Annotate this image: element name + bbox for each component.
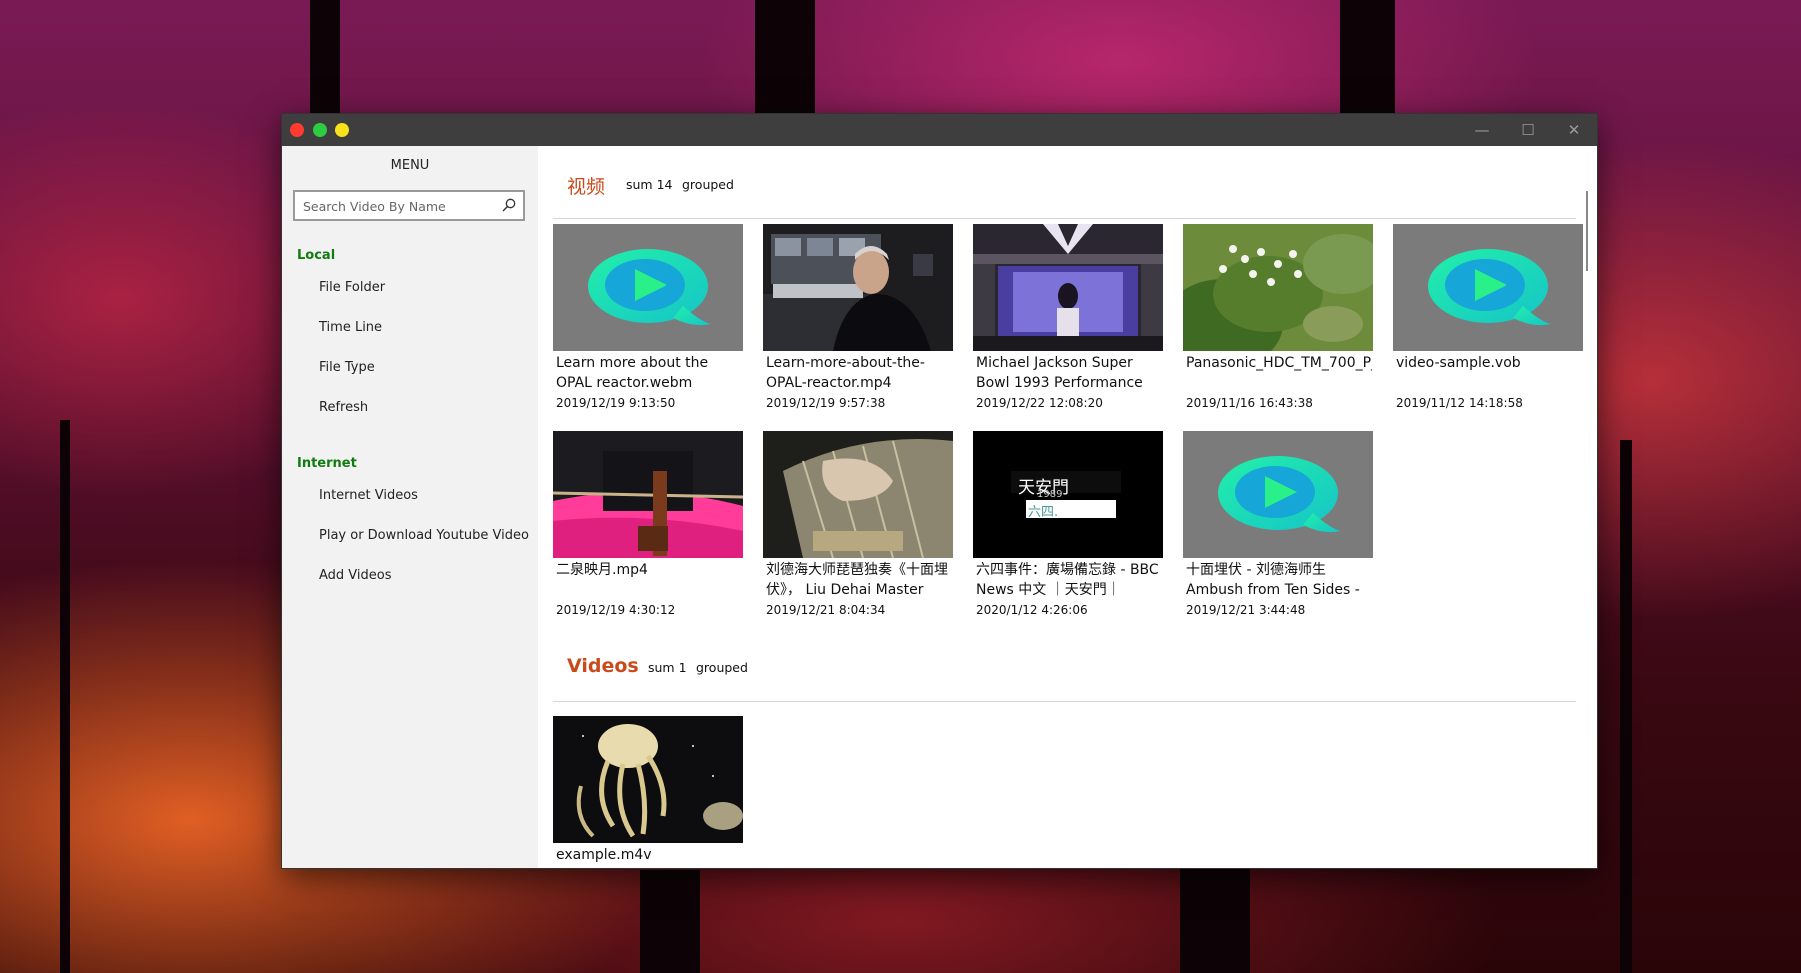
search-input[interactable] — [303, 198, 493, 214]
group-title: 视频 — [567, 176, 606, 198]
close-dot[interactable] — [290, 123, 304, 137]
video-tile[interactable]: 二泉映月.mp4 2019/12/19 4:30:12 — [553, 431, 743, 617]
maximize-button[interactable]: ☐ — [1505, 114, 1551, 146]
video-thumbnail — [1393, 224, 1583, 351]
player-logo-icon — [1428, 249, 1551, 326]
nav-add-videos[interactable]: Add Videos — [319, 568, 392, 583]
maximize-dot[interactable] — [313, 123, 327, 137]
video-name: Learn more about the OPAL reactor.webm — [556, 355, 709, 391]
sidebar-menu: MENU Local File Folder Time Line File Ty… — [282, 146, 538, 868]
video-date: 2020/1/12 4:26:06 — [976, 603, 1088, 617]
player-logo-icon — [1218, 456, 1341, 533]
video-name: 刘德海大师琵琶独奏《十面埋伏》， Liu Dehai Master — [766, 562, 948, 598]
minimize-button[interactable]: — — [1459, 114, 1505, 146]
video-date: 2019/12/21 8:04:34 — [766, 603, 886, 617]
group-mode: grouped — [696, 660, 748, 675]
app-window: — ☐ ✕ MENU Local File Folder Time Line F… — [282, 114, 1597, 868]
video-tile[interactable]: Michael Jackson Super Bowl 1993 Performa… — [973, 224, 1163, 410]
video-date: 2019/12/22 12:08:20 — [976, 396, 1103, 410]
group-title: Videos — [567, 655, 639, 677]
minimize-dot[interactable] — [335, 123, 349, 137]
video-thumbnail — [553, 224, 743, 351]
section-local: Local — [297, 248, 336, 263]
nav-youtube[interactable]: Play or Download Youtube Video — [319, 528, 529, 543]
video-tile[interactable]: video-sample.vob 2019/11/12 14:18:58 — [1393, 224, 1583, 410]
video-thumbnail — [763, 224, 953, 351]
video-name: 六四事件：廣場備忘錄 - BBC News 中文 ｜天安門｜ — [976, 562, 1159, 598]
nav-file-type[interactable]: File Type — [319, 360, 375, 375]
vertical-scrollbar[interactable] — [1586, 191, 1588, 271]
video-tile[interactable]: Learn-more-about-the-OPAL-reactor.mp4 20… — [763, 224, 953, 410]
video-date: 2019/12/19 4:30:12 — [556, 603, 676, 617]
video-thumbnail — [973, 224, 1163, 351]
video-thumbnail — [763, 431, 953, 558]
nav-file-folder[interactable]: File Folder — [319, 280, 385, 295]
video-name: 十面埋伏 - 刘德海师生 Ambush from Ten Sides - — [1186, 562, 1360, 598]
video-date: 2019/11/16 16:43:38 — [1186, 396, 1313, 410]
section-internet: Internet — [297, 456, 357, 471]
video-tile[interactable]: 刘德海大师琵琶独奏《十面埋伏》， Liu Dehai Master 2019/1… — [763, 431, 953, 617]
group-mode: grouped — [682, 177, 734, 192]
video-name: Panasonic_HDC_TM_700_P_50i.avi — [1186, 355, 1372, 371]
video-thumbnail — [1183, 431, 1373, 558]
group-sum: sum 1 — [648, 660, 687, 675]
video-tile[interactable]: Learn more about the OPAL reactor.webm 2… — [553, 224, 743, 410]
thumb-caption: 1989 — [1037, 489, 1063, 500]
nav-refresh[interactable]: Refresh — [319, 400, 368, 415]
nav-internet-videos[interactable]: Internet Videos — [319, 488, 418, 503]
video-date: 2019/11/12 14:18:58 — [1396, 396, 1523, 410]
video-thumbnail — [553, 716, 743, 843]
video-thumbnail: 天安門 1989 六四. — [973, 431, 1163, 558]
search-icon[interactable] — [501, 197, 517, 213]
video-date: 2019/12/19 9:13:50 — [556, 396, 676, 410]
group-divider — [553, 218, 1576, 219]
nav-time-line[interactable]: Time Line — [319, 320, 382, 335]
group-divider — [553, 701, 1576, 702]
video-date: 2019/12/19 9:57:38 — [766, 396, 886, 410]
group-sum: sum 14 — [626, 177, 673, 192]
video-tile[interactable]: example.m4v — [553, 716, 743, 868]
video-name: video-sample.vob — [1396, 355, 1521, 371]
video-name: 二泉映月.mp4 — [556, 562, 648, 578]
video-date: 2019/12/21 3:44:48 — [1186, 603, 1306, 617]
video-name: example.m4v — [556, 847, 652, 863]
thumb-caption: 六四. — [1028, 505, 1059, 520]
menu-title: MENU — [390, 158, 430, 173]
video-thumbnail — [553, 431, 743, 558]
title-bar[interactable]: — ☐ ✕ — [282, 114, 1597, 146]
video-tile[interactable]: 十面埋伏 - 刘德海师生 Ambush from Ten Sides - 201… — [1183, 431, 1373, 617]
close-button[interactable]: ✕ — [1551, 114, 1597, 146]
player-logo-icon — [588, 249, 711, 326]
video-tile[interactable]: 天安門 1989 六四. 六四事件：廣場備忘錄 - BBC News 中文 ｜天… — [973, 431, 1163, 617]
search-box[interactable] — [293, 190, 525, 221]
video-thumbnail — [1183, 224, 1373, 351]
video-tile[interactable]: Panasonic_HDC_TM_700_P_50i.avi 2019/11/1… — [1183, 224, 1373, 410]
video-name: Learn-more-about-the-OPAL-reactor.mp4 — [766, 355, 925, 391]
video-library: 视频 sum 14 grouped Learn more about the O… — [538, 146, 1597, 868]
video-name: Michael Jackson Super Bowl 1993 Performa… — [976, 355, 1143, 391]
